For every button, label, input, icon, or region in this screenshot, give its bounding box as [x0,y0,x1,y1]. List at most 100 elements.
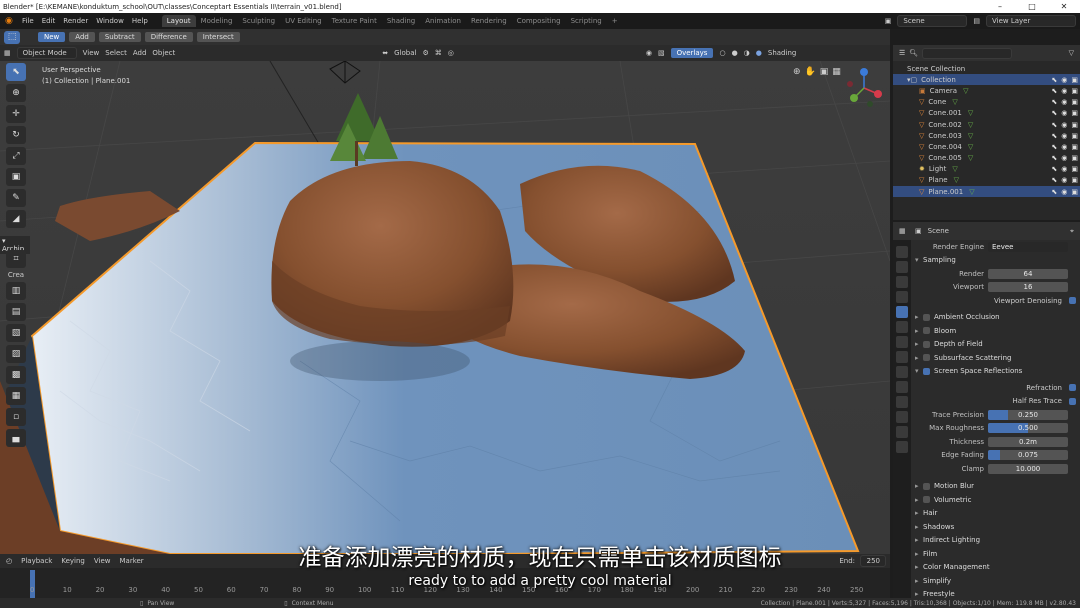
eye-icon[interactable]: ◉ [1061,176,1067,184]
select-tool-icon[interactable]: ⬉ [6,63,26,81]
select-toggle-icon[interactable]: ⬉ [1051,188,1057,196]
outliner-editor-icon[interactable]: ☰ [899,49,905,57]
archipack-tool-icon-4[interactable]: ▧ [6,324,26,342]
render-toggle-icon[interactable]: ▣ [1071,87,1078,95]
view-layer-selector[interactable]: View Layer [986,15,1076,27]
eye-icon[interactable]: ◉ [1061,98,1067,106]
tab-layout[interactable]: Layout [161,15,196,27]
select-toggle-icon[interactable]: ⬉ [1051,76,1057,84]
outliner-item[interactable]: ▽ Cone.001 ▽ ⬉ ◉ ▣ [893,108,1080,119]
mode-subtract-button[interactable]: Subtract [98,32,141,42]
render-tab-icon[interactable] [896,261,908,273]
move-tool-icon[interactable]: ✛ [6,105,26,123]
transform-tool-icon[interactable]: ▣ [6,168,26,186]
edge-fading-slider[interactable]: 0.075 [988,450,1068,461]
pan-hand-icon[interactable]: ✋ [805,67,816,77]
object-mode-dropdown[interactable]: Object Mode [16,47,77,59]
grid-icon[interactable]: ▦ [832,67,841,77]
render-toggle-icon[interactable]: ▣ [1071,109,1078,117]
render-engine-dropdown[interactable]: Eevee [988,241,1068,252]
scene-tab-icon-active[interactable] [896,306,908,318]
rendered-shading-icon[interactable]: ● [756,49,762,57]
select-toggle-icon[interactable]: ⬉ [1051,98,1057,106]
proportional-icon[interactable]: ◎ [448,49,454,57]
archipack-expand-icon[interactable]: ▾ [2,237,6,245]
section-checkbox[interactable] [923,496,930,504]
object-tab-icon[interactable] [896,336,908,348]
particles-tab-icon[interactable] [896,366,908,378]
properties-editor-icon[interactable]: ▦ [899,227,906,235]
pivot-icon[interactable]: ⚙ [422,49,428,57]
max-roughness-slider[interactable]: 0.500 [988,423,1068,434]
archipack-tool-icon-2[interactable]: ▥ [6,282,26,300]
mode-new-button[interactable]: New [38,32,66,42]
property-section[interactable]: ▸ Volumetric [913,493,1080,507]
render-toggle-icon[interactable]: ▣ [1071,165,1078,173]
texture-tab-icon[interactable] [896,441,908,453]
eye-icon[interactable]: ◉ [1061,76,1067,84]
material-shading-icon[interactable]: ◑ [744,49,750,57]
filter-icon[interactable]: ▽ [1069,49,1080,57]
outliner-item[interactable]: ▽ Cone.005 ▽ ⬉ ◉ ▣ [893,153,1080,164]
orientation-dropdown[interactable]: Global [394,49,416,57]
render-toggle-icon[interactable]: ▣ [1071,121,1078,129]
section-checkbox[interactable] [923,313,930,321]
overlays-button[interactable]: Overlays [670,48,714,58]
shading-dropdown[interactable]: Shading [768,49,796,57]
mode-difference-button[interactable]: Difference [144,32,193,42]
tab-shading[interactable]: Shading [382,15,420,27]
eye-icon[interactable]: ◉ [1061,109,1067,117]
section-checkbox[interactable] [923,482,930,490]
menu-help[interactable]: Help [132,17,148,25]
ssr-section[interactable]: ▾ Screen Space Reflections [913,365,1080,379]
select-toggle-icon[interactable]: ⬉ [1051,121,1057,129]
archipack-tool-icon-7[interactable]: ▦ [6,387,26,405]
outliner-item[interactable]: ▽ Cone.002 ▽ ⬉ ◉ ▣ [893,119,1080,130]
render-samples-field[interactable]: 64 [988,268,1068,279]
thickness-field[interactable]: 0.2m [988,436,1068,447]
outliner-item[interactable]: ▣ Camera ▽ ⬉ ◉ ▣ [893,85,1080,96]
clamp-field[interactable]: 10.000 [988,463,1068,474]
tab-texture-paint[interactable]: Texture Paint [327,15,382,27]
3d-viewport[interactable]: User Perspective (1) Collection | Plane.… [0,61,890,554]
refraction-checkbox[interactable] [1069,384,1076,392]
outliner-item[interactable]: ▽ Plane.001 ▽ ⬉ ◉ ▣ [893,186,1080,198]
select-toggle-icon[interactable]: ⬉ [1051,87,1057,95]
view-menu[interactable]: View [83,49,100,57]
wireframe-shading-icon[interactable]: ○ [719,49,725,57]
tab-sculpting[interactable]: Sculpting [237,15,280,27]
tab-animation[interactable]: Animation [420,15,466,27]
mode-add-button[interactable]: Add [69,32,95,42]
archipack-tool-icon-8[interactable]: ▫ [6,408,26,426]
minimize-icon[interactable]: – [984,2,1016,11]
scene-selector[interactable]: Scene [897,15,968,27]
tab-rendering[interactable]: Rendering [466,15,512,27]
render-toggle-icon[interactable]: ▣ [1071,98,1078,106]
world-tab-icon[interactable] [896,321,908,333]
outliner-item[interactable]: ▽ Cone ▽ ⬉ ◉ ▣ [893,97,1080,108]
property-section[interactable]: ▸ Bloom [913,324,1080,338]
maximize-icon[interactable]: □ [1016,2,1048,11]
snap-icon[interactable]: ⌘ [435,49,442,57]
blender-logo-icon[interactable]: ◉ [5,16,13,26]
viewport-denoising-checkbox[interactable] [1069,297,1076,305]
archipack-tool-icon-9[interactable]: ▄ [6,429,26,447]
property-section[interactable]: ▸ Depth of Field [913,338,1080,352]
menu-file[interactable]: File [22,17,34,25]
outliner-scene-collection[interactable]: Scene Collection [893,63,1080,74]
outliner-search-input[interactable] [922,47,1013,59]
property-section[interactable]: ▸ Freestyle [913,588,1080,598]
camera-view-icon[interactable]: ▣ [820,67,829,77]
eye-icon[interactable]: ◉ [1061,121,1067,129]
add-menu[interactable]: Add [133,49,147,57]
render-toggle-icon[interactable]: ▣ [1071,154,1078,162]
property-section[interactable]: ▸ Ambient Occlusion [913,311,1080,325]
rotate-tool-icon[interactable]: ↻ [6,126,26,144]
physics-tab-icon[interactable] [896,381,908,393]
eye-icon[interactable]: ◉ [1061,87,1067,95]
select-menu[interactable]: Select [105,49,127,57]
xray-icon[interactable]: ▧ [658,49,665,57]
editor-type-icon[interactable]: ▦ [4,49,11,57]
render-toggle-icon[interactable]: ▣ [1071,132,1078,140]
half-res-checkbox[interactable] [1069,397,1076,405]
